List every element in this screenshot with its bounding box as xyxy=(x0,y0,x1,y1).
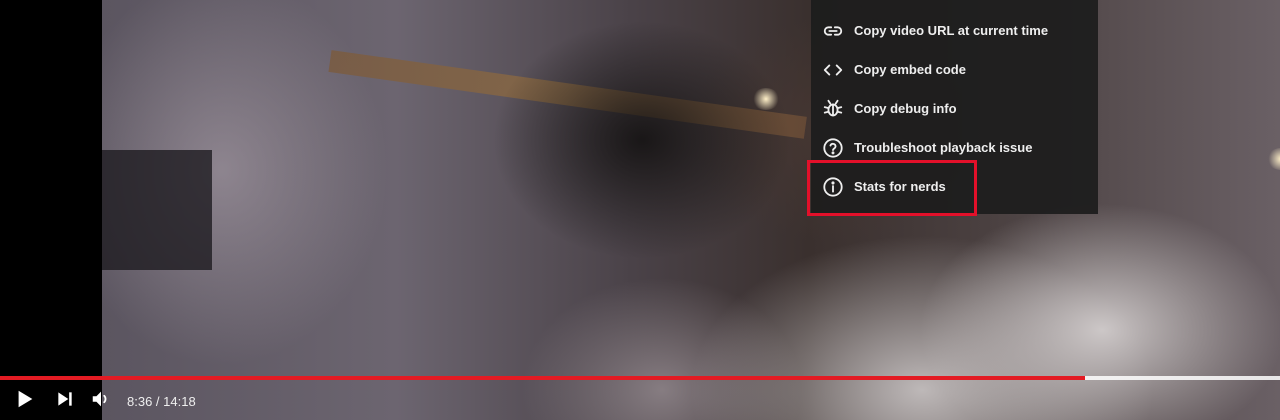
volume-button[interactable] xyxy=(83,383,119,419)
menu-item-label: Copy debug info xyxy=(854,101,957,116)
player-controls: 8:36 / 14:18 xyxy=(0,382,1280,420)
play-button[interactable] xyxy=(7,383,43,419)
link-icon xyxy=(821,19,845,43)
candle-light xyxy=(752,88,780,110)
volume-icon xyxy=(90,388,112,415)
progress-played xyxy=(0,376,1086,380)
next-icon xyxy=(55,389,75,414)
menu-item-label: Stats for nerds xyxy=(854,179,946,194)
video-player[interactable]: Copy video URL at current time Copy embe… xyxy=(0,0,1280,420)
background-shadow xyxy=(492,20,792,260)
play-icon xyxy=(14,388,36,415)
menu-item-label: Copy video URL at current time xyxy=(854,23,1049,38)
menu-item-copy-debug-info[interactable]: Copy debug info xyxy=(811,89,1098,128)
background-object xyxy=(102,150,212,270)
candle-light xyxy=(1267,148,1280,170)
time-separator: / xyxy=(152,393,164,409)
menu-item-copy-embed-code[interactable]: Copy embed code xyxy=(811,50,1098,89)
menu-item-stats-for-nerds[interactable]: Stats for nerds xyxy=(811,167,1098,206)
bug-icon xyxy=(821,97,845,121)
question-circle-icon xyxy=(821,136,845,160)
progress-bar[interactable] xyxy=(0,376,1280,380)
video-frame[interactable] xyxy=(102,0,1280,420)
time-total: 14:18 xyxy=(163,393,196,409)
time-current: 8:36 xyxy=(127,393,153,409)
info-circle-icon xyxy=(821,175,845,199)
menu-item-troubleshoot-playback[interactable]: Troubleshoot playback issue xyxy=(811,128,1098,167)
menu-item-copy-video-url[interactable]: Copy video URL at current time xyxy=(811,11,1098,50)
code-icon xyxy=(821,58,845,82)
menu-item-label: Copy embed code xyxy=(854,62,966,77)
context-menu: Copy video URL at current time Copy embe… xyxy=(811,0,1098,214)
time-display: 8:36 / 14:18 xyxy=(127,394,196,409)
next-button[interactable] xyxy=(47,383,83,419)
menu-item-label: Troubleshoot playback issue xyxy=(854,140,1033,155)
